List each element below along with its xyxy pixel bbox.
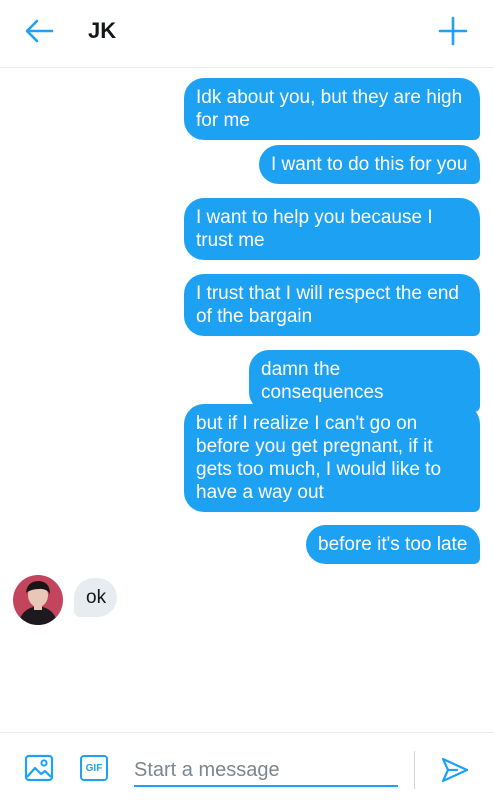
sent-message: Idk about you, but they are high for me <box>184 78 480 140</box>
arrow-left-icon[interactable] <box>22 14 56 48</box>
sent-message: but if I realize I can't go on before yo… <box>184 404 480 512</box>
conversation-header: JK <box>0 0 494 68</box>
received-message: ok <box>74 578 117 617</box>
conversation-title: JK <box>88 18 117 43</box>
avatar[interactable] <box>13 575 63 625</box>
message-composer: GIF <box>0 732 494 800</box>
sent-message: I want to help you because I trust me <box>184 198 480 260</box>
plus-icon[interactable] <box>436 14 470 48</box>
sent-message: I trust that I will respect the end of t… <box>184 274 480 336</box>
send-icon[interactable] <box>440 755 470 785</box>
message-input[interactable] <box>134 755 398 787</box>
divider <box>414 751 415 789</box>
sent-message: before it's too late <box>306 525 480 564</box>
sent-message: damn the consequences <box>249 350 480 412</box>
image-icon[interactable] <box>24 753 54 783</box>
gif-button[interactable]: GIF <box>80 755 108 781</box>
avatar-photo <box>13 575 63 625</box>
sent-message: I want to do this for you <box>259 145 480 184</box>
